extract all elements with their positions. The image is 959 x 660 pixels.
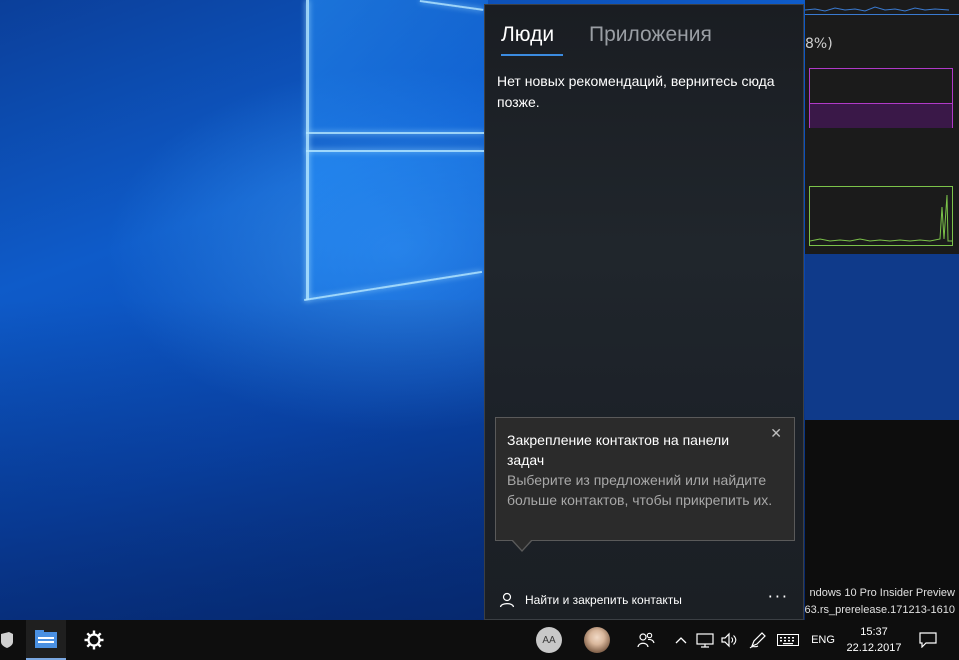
show-hidden-icons-button[interactable] <box>672 620 690 660</box>
file-explorer-icon <box>35 630 57 648</box>
tip-pointer-fill <box>512 539 532 550</box>
tab-people[interactable]: Люди <box>501 23 554 47</box>
taskbar: AA ENG 15:37 22.12.2017 <box>0 620 959 660</box>
active-tab-indicator <box>501 54 563 56</box>
wallpaper-light-beam <box>306 150 484 152</box>
taskbar-app-shield[interactable] <box>0 620 14 660</box>
network-graph <box>809 186 953 246</box>
no-recommendations-text: Нет новых рекомендаций, вернитесь сюда п… <box>497 73 775 110</box>
percent-readout: 8%) <box>805 36 833 52</box>
memory-graph <box>809 68 953 128</box>
taskbar-clock[interactable]: 15:37 22.12.2017 <box>842 624 906 656</box>
wallpaper-light-beam <box>306 132 484 134</box>
tip-close-button[interactable]: ✕ <box>770 426 782 442</box>
tip-body: Выберите из предложений или найдите боль… <box>507 472 773 508</box>
network-button[interactable] <box>694 620 716 660</box>
action-center-button[interactable] <box>914 620 942 660</box>
volume-icon <box>721 632 737 648</box>
shield-icon <box>1 632 13 648</box>
tab-apps[interactable]: Приложения <box>589 23 712 47</box>
build-watermark-line2: 63.rs_prerelease.171213-1610 <box>805 604 955 616</box>
avatar <box>584 627 610 653</box>
language-indicator: ENG <box>811 634 835 646</box>
network-icon <box>696 633 714 648</box>
people-icon <box>637 632 655 648</box>
keyboard-icon <box>777 634 799 646</box>
build-watermark-line1: ndows 10 Pro Insider Preview <box>809 587 955 599</box>
chevron-up-icon <box>675 637 687 644</box>
cpu-graph <box>805 0 959 15</box>
clock-time: 15:37 <box>860 626 888 638</box>
find-and-pin-contacts-button[interactable]: Найти и закрепить контакты <box>499 589 682 611</box>
settings-gear-icon <box>84 630 104 650</box>
pin-contacts-tip: Закрепление контактов на панели задач Вы… <box>495 417 795 541</box>
wallpaper-pane <box>306 150 484 300</box>
windows-ink-button[interactable] <box>746 620 770 660</box>
pinned-contact-aa[interactable]: AA <box>532 620 566 660</box>
flyout-bottom-bar: Найти и закрепить контакты ··· <box>485 585 803 615</box>
people-button[interactable] <box>632 620 660 660</box>
pinned-contact-photo[interactable] <box>580 620 614 660</box>
clock-date: 22.12.2017 <box>846 642 902 654</box>
taskbar-app-settings[interactable] <box>74 620 114 660</box>
background-panel <box>805 254 959 420</box>
notification-icon <box>919 632 937 648</box>
input-language-button[interactable]: ENG <box>808 620 838 660</box>
background-task-manager-window[interactable]: 8%) ndows 10 Pro Insider Preview 63.rs_p… <box>805 0 959 620</box>
wallpaper-pane <box>308 0 488 132</box>
volume-button[interactable] <box>718 620 740 660</box>
find-and-pin-contacts-label: Найти и закрепить контакты <box>525 593 682 607</box>
people-flyout: Люди Приложения Нет новых рекомендаций, … <box>484 4 804 620</box>
touch-keyboard-button[interactable] <box>774 620 802 660</box>
avatar: AA <box>536 627 562 653</box>
pen-icon <box>749 632 766 649</box>
taskbar-app-file-explorer[interactable] <box>26 620 66 660</box>
tip-title: Закрепление контактов на панели задач <box>507 432 730 468</box>
person-icon <box>499 592 515 608</box>
more-options-button[interactable]: ··· <box>768 587 789 606</box>
